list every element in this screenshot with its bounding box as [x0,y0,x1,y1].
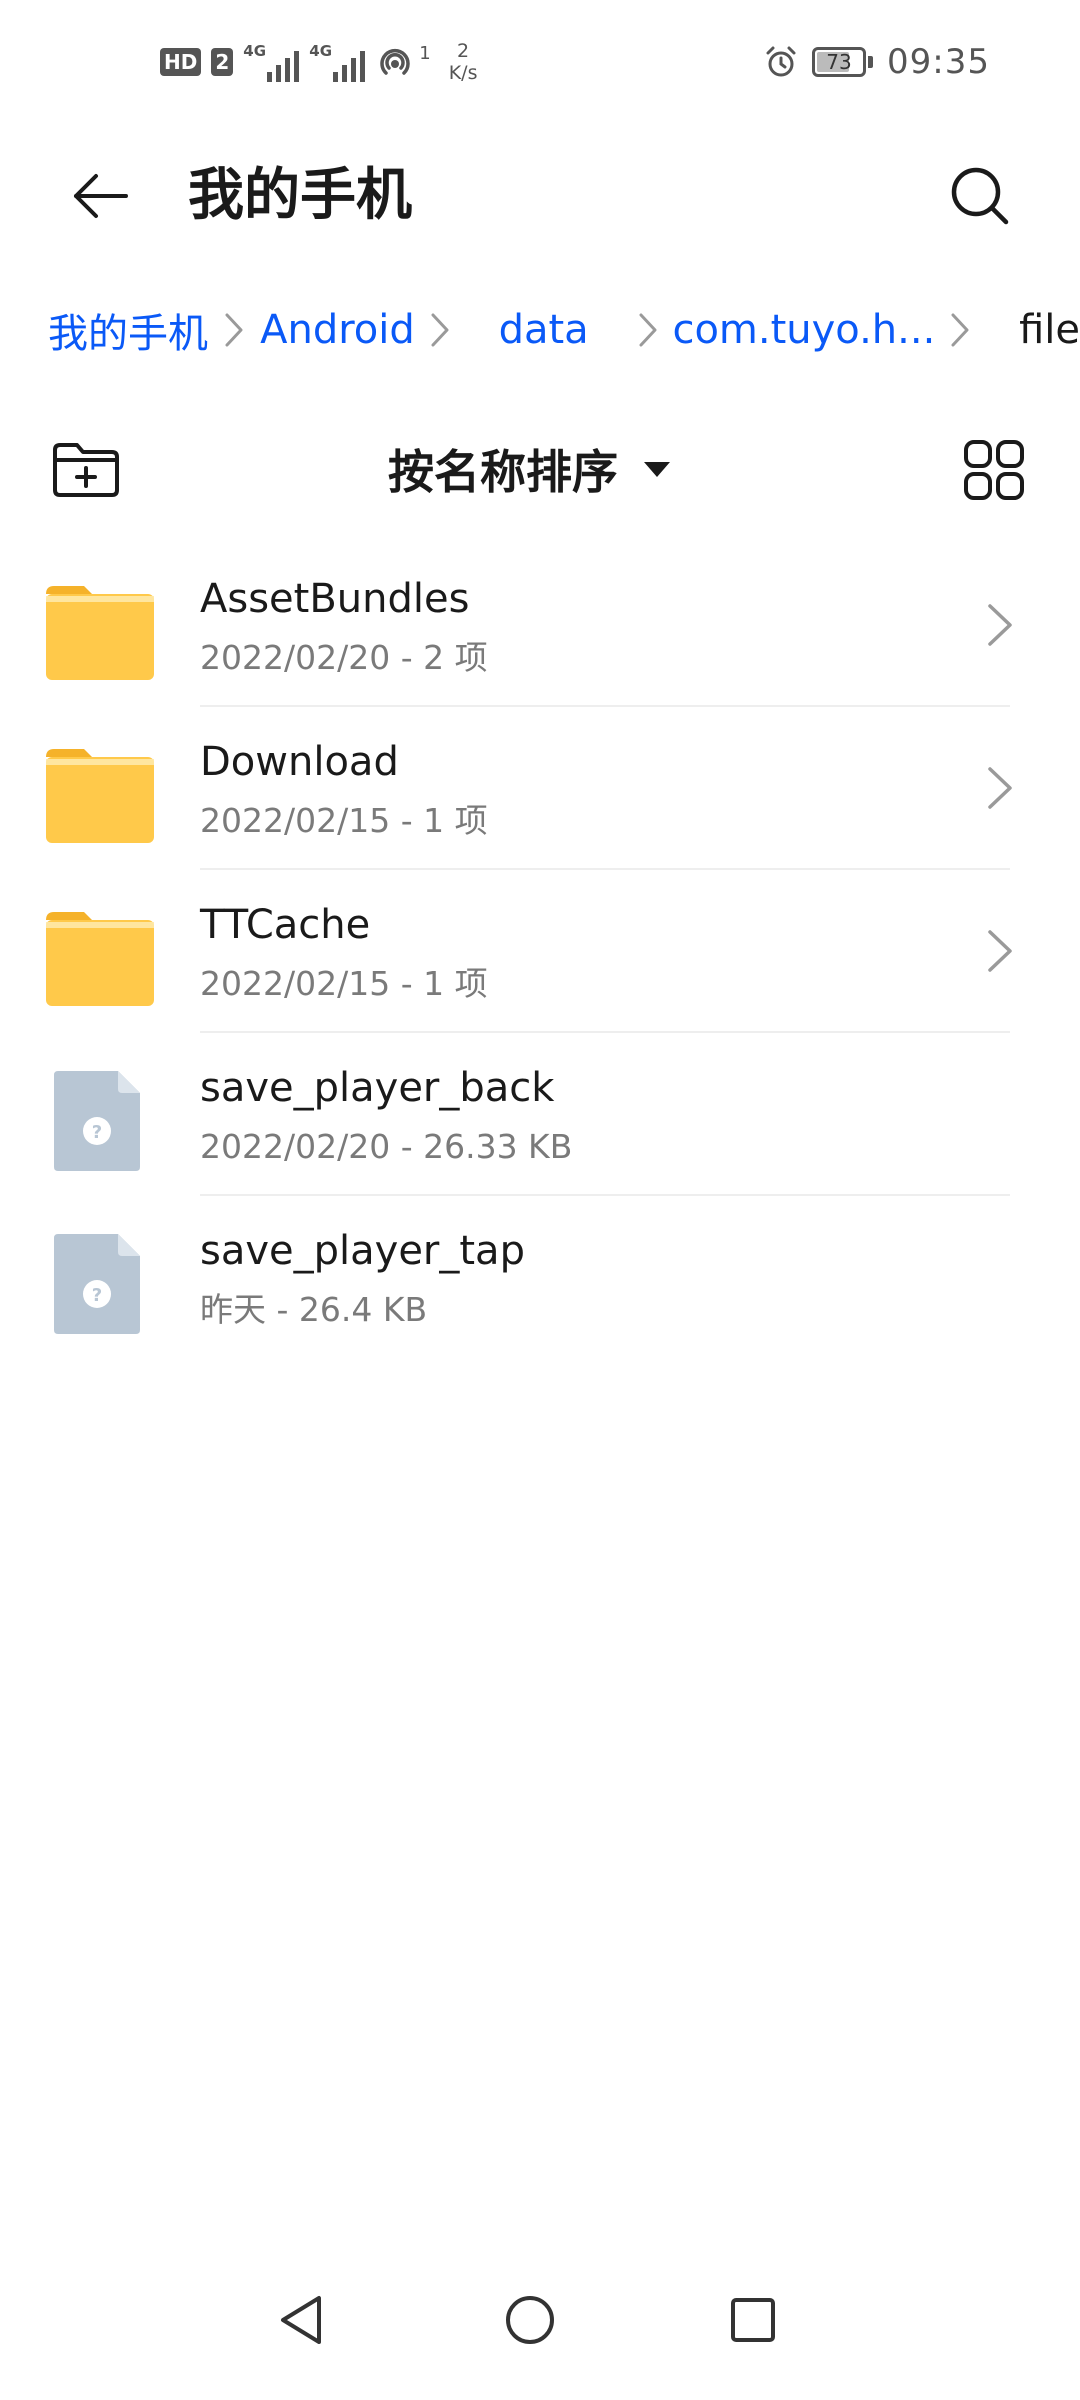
speed-unit: K/s [448,62,478,84]
list-item[interactable]: AssetBundles 2022/02/20 - 2 项 [0,544,1080,707]
unknown-file-icon: ? [54,1071,140,1171]
file-meta: 昨天 - 26.4 KB [200,1290,428,1329]
search-button[interactable] [940,156,1020,236]
svg-text:?: ? [92,1285,102,1306]
caret-down-icon [644,462,670,477]
file-name: Download [200,739,399,785]
signal-bars-icon [333,48,366,82]
arrow-left-icon [74,174,128,218]
list-item[interactable]: ? save_player_back 2022/02/20 - 26.33 KB [0,1033,1080,1196]
chevron-right-icon [988,930,1012,972]
file-meta: 2022/02/15 - 1 项 [200,801,488,840]
breadcrumb-item-package[interactable]: com.tuyo.h... [672,307,935,353]
new-folder-button[interactable] [46,430,126,510]
status-time: 09:35 [887,42,990,82]
folder-icon [46,586,154,680]
list-toolbar: 按名称排序 [0,420,1080,520]
speed-value: 2 [457,40,470,62]
alarm-clock-icon [766,46,796,77]
network-speed: 2 K/s [449,40,478,84]
sort-dropdown[interactable]: 按名称排序 [388,436,672,502]
hotspot-count: 1 [419,42,431,64]
list-item[interactable]: Download 2022/02/15 - 1 项 [0,707,1080,870]
file-meta: 2022/02/15 - 1 项 [200,964,488,1003]
breadcrumb-item-android[interactable]: Android [260,307,415,353]
new-folder-icon [53,443,119,497]
chevron-right-icon [589,305,673,355]
breadcrumb-item-data[interactable]: data [499,307,589,353]
status-left-group: HD 2 4G 4G 1 2 K/s [160,40,477,84]
file-name: save_player_back [200,1065,555,1111]
status-bar: HD 2 4G 4G 1 2 K/s 73 09:35 [0,0,1080,130]
page-title: 我的手机 [188,163,412,228]
hd-badge: HD [160,48,202,76]
battery-icon: 73 [812,47,867,77]
chevron-right-icon [208,305,260,355]
back-button[interactable] [60,156,140,236]
sim-badge: 2 [211,48,234,76]
sort-label: 按名称排序 [388,445,618,499]
network-type-label: 4G [309,42,333,60]
hotspot-icon [380,48,410,75]
app-header: 我的手机 [0,130,1080,260]
unknown-file-icon: ? [54,1234,140,1334]
file-name: save_player_tap [200,1228,525,1274]
svg-text:?: ? [92,1122,102,1143]
folder-icon [46,912,154,1006]
file-meta: 2022/02/20 - 26.33 KB [200,1127,573,1166]
nav-back-button[interactable] [263,2280,343,2360]
network-type-label: 4G [243,42,267,60]
square-recents-icon [731,2298,775,2342]
breadcrumb: 我的手机 Android data com.tuyo.h... file [48,295,1080,365]
list-item[interactable]: TTCache 2022/02/15 - 1 项 [0,870,1080,1033]
chevron-right-icon [935,305,1019,355]
chevron-right-icon [988,767,1012,809]
breadcrumb-item-my-phone[interactable]: 我的手机 [48,301,208,359]
breadcrumb-item-current: file [1019,307,1080,353]
list-item[interactable]: ? save_player_tap 昨天 - 26.4 KB [0,1196,1080,1359]
file-name: TTCache [200,902,371,948]
status-right-group: 73 09:35 [764,42,990,82]
system-nav-bar [0,2240,1080,2400]
cellular-signal-1: 4G [243,42,300,82]
folder-icon [46,749,154,843]
chevron-right-icon [415,305,499,355]
nav-home-button[interactable] [490,2280,570,2360]
battery-tip [868,56,874,68]
nav-recents-button[interactable] [713,2280,793,2360]
signal-bars-icon [267,48,300,82]
triangle-back-icon [281,2296,321,2344]
file-list: AssetBundles 2022/02/20 - 2 项 Download 2… [0,544,1080,1359]
grid-view-button[interactable] [954,430,1034,510]
circle-home-icon [506,2296,554,2344]
search-icon [951,167,1009,225]
battery-indicator: 73 [812,47,874,77]
cellular-signal-2: 4G [309,42,366,82]
chevron-right-icon [988,604,1012,646]
file-name: AssetBundles [200,576,470,622]
grid-view-icon [964,440,1024,500]
battery-level: 73 [826,50,852,74]
file-meta: 2022/02/20 - 2 项 [200,638,488,677]
